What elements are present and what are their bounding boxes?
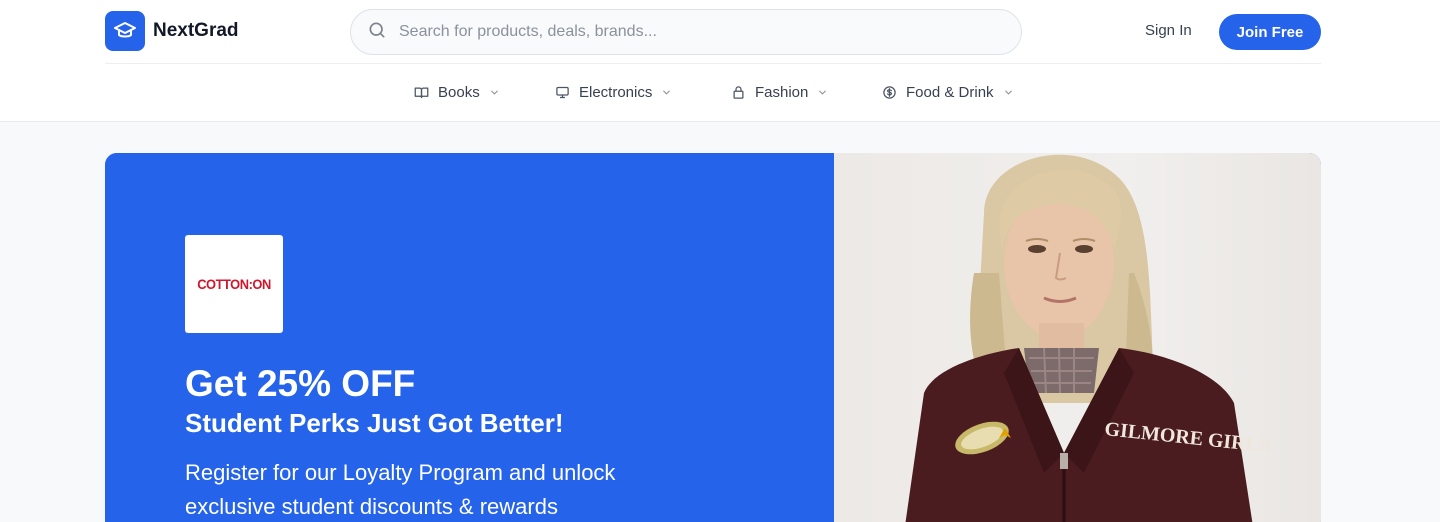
nav-item-fashion[interactable]: Fashion [731, 84, 828, 101]
logo[interactable]: NextGrad [105, 11, 239, 51]
site-header: NextGrad Sign In Join Free Books [0, 0, 1440, 122]
hero-description: Register for our Loyalty Program and unl… [185, 460, 616, 519]
nav-label: Food & Drink [906, 84, 994, 101]
hero-banner[interactable]: COTTON:ON Get 25% OFF Student Perks Just… [105, 153, 1321, 522]
nav-label: Fashion [755, 84, 809, 101]
brand-logo: COTTON:ON [185, 235, 283, 333]
top-bar: NextGrad Sign In Join Free [105, 0, 1321, 64]
search-bar[interactable] [350, 9, 1022, 55]
chevron-down-icon [817, 87, 828, 98]
graduation-cap-icon [105, 11, 145, 51]
search-input[interactable] [399, 23, 979, 41]
brand-logo-text: COTTON:ON [197, 276, 271, 292]
join-free-button[interactable]: Join Free [1219, 14, 1321, 50]
chevron-down-icon [661, 87, 672, 98]
dollar-icon [882, 85, 897, 100]
hero-subtitle: Student Perks Just Got Better! [185, 408, 564, 438]
search-icon [367, 20, 387, 45]
lock-icon [731, 85, 746, 100]
category-nav: Books Electronics Fashion Food & Drink [0, 64, 1440, 121]
logo-text: NextGrad [153, 20, 239, 41]
model-photo: GILMORE GIRLS [905, 154, 1271, 522]
nav-item-food-drink[interactable]: Food & Drink [882, 84, 1014, 101]
hero-title: Get 25% OFF [185, 363, 416, 404]
hero-image: GILMORE GIRLS [834, 153, 1321, 522]
nav-label: Books [438, 84, 480, 101]
nav-item-electronics[interactable]: Electronics [555, 84, 672, 101]
book-icon [414, 85, 429, 100]
hero-content: COTTON:ON Get 25% OFF Student Perks Just… [105, 153, 834, 522]
nav-item-books[interactable]: Books [414, 84, 500, 101]
sign-in-link[interactable]: Sign In [1145, 22, 1192, 39]
monitor-icon [555, 85, 570, 100]
chevron-down-icon [1003, 87, 1014, 98]
nav-label: Electronics [579, 84, 653, 101]
chevron-down-icon [489, 87, 500, 98]
